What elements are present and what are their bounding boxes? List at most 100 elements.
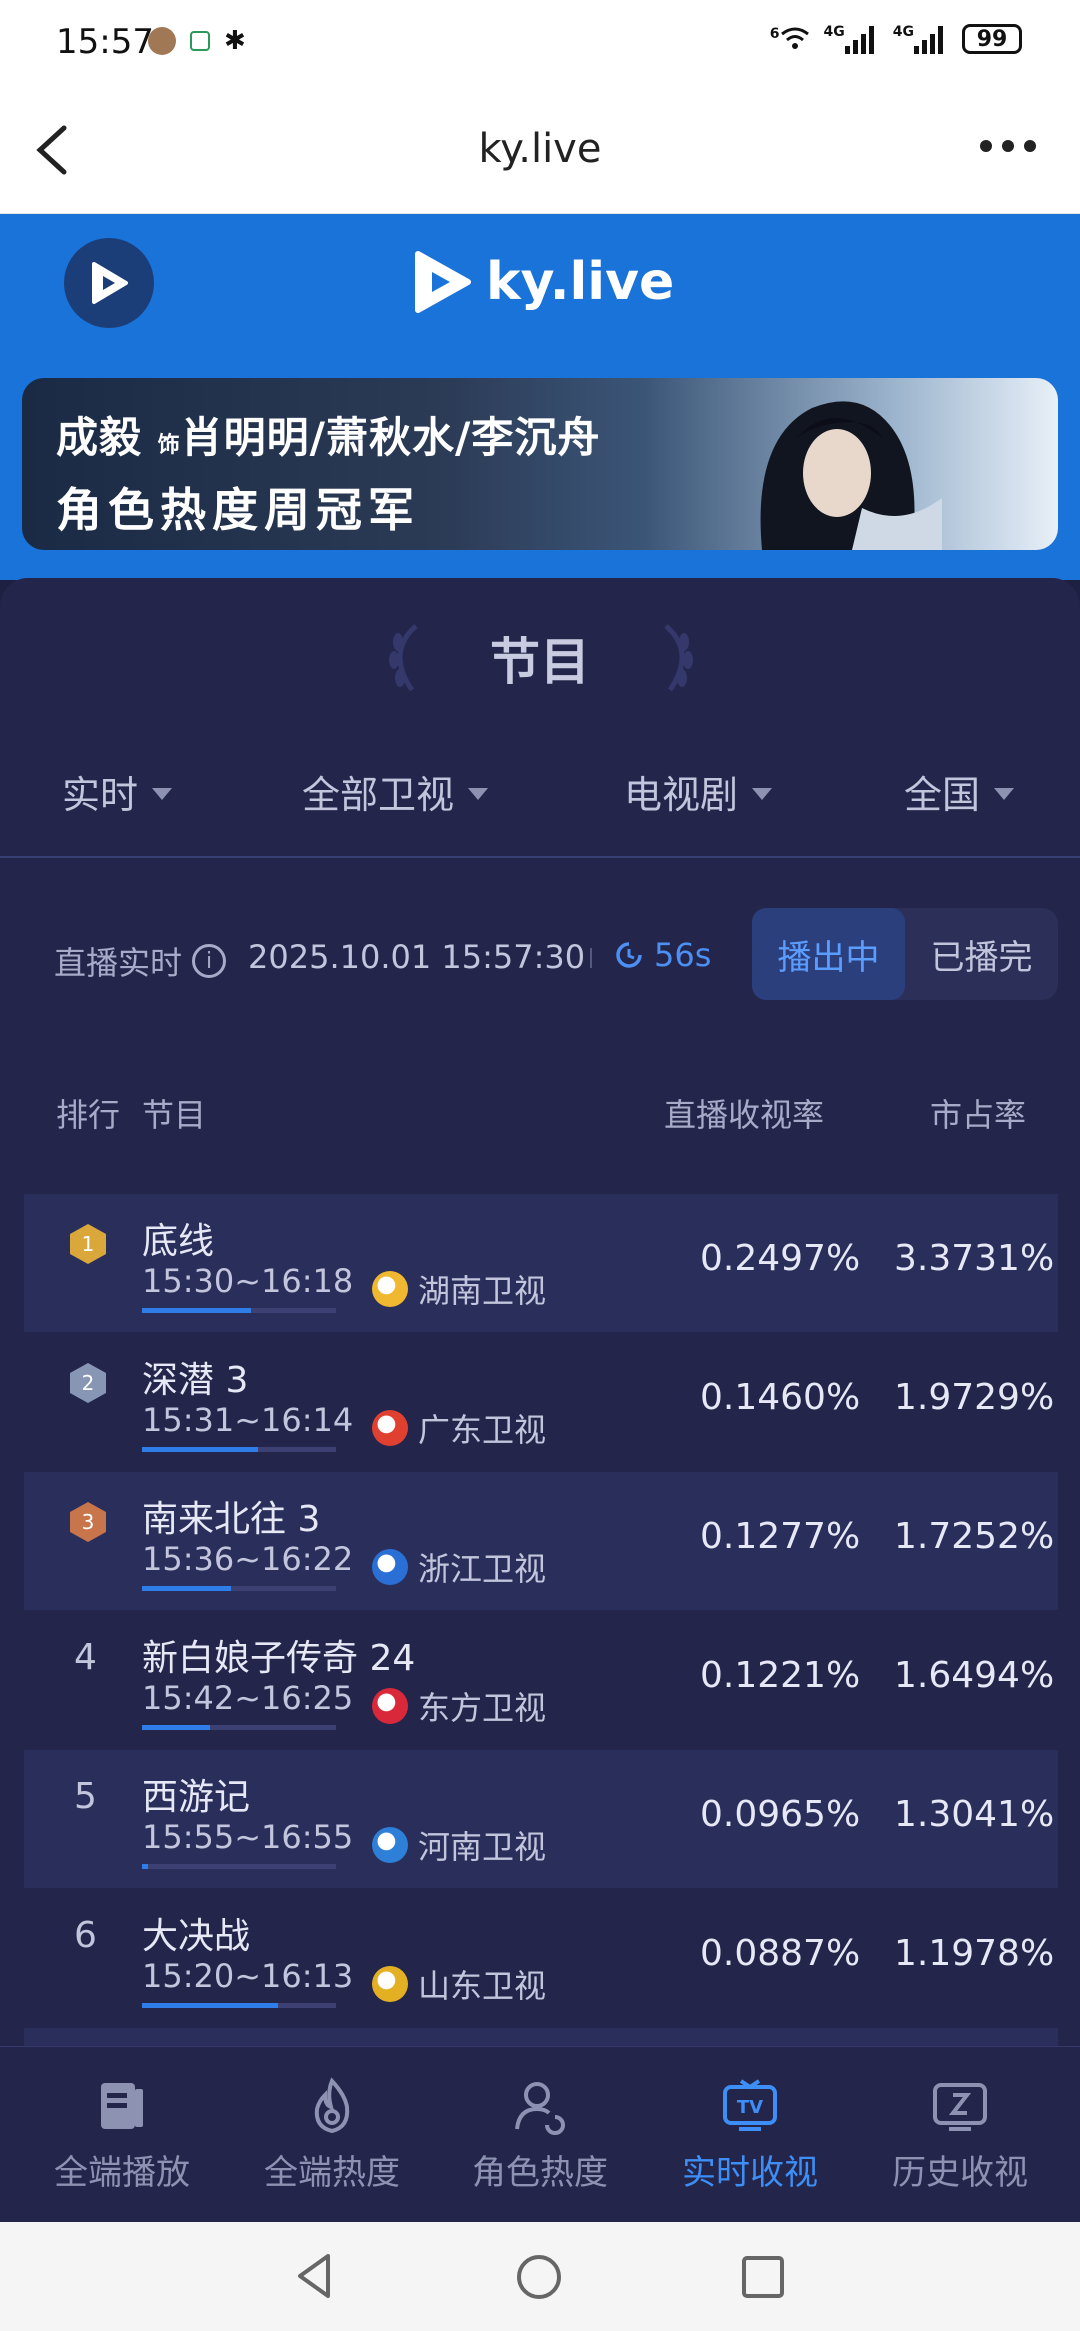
refresh-countdown[interactable]: 56s [614,936,711,974]
svg-text:1: 1 [82,1232,95,1256]
channel-logo-icon [372,1271,408,1307]
program-time: 15:55~16:55 [142,1818,354,1856]
program-time: 15:31~16:14 [142,1401,354,1439]
svg-text:TV: TV [737,2097,763,2118]
live-timestamp: 2025.10.01 15:57:30 [248,938,586,976]
recents-square-icon[interactable] [740,2254,786,2300]
separator [590,948,592,968]
table-row[interactable]: 1 底线 15:30~16:18 湖南卫视 0.2497% 3.3731% [24,1194,1058,1332]
channel-logo-icon [372,1688,408,1724]
tab-realtime[interactable]: TV 实时收视 [642,2047,858,2223]
rank-badge-icon: 3 [70,1502,106,1542]
tab-all-play[interactable]: 全端播放 [14,2047,230,2223]
program-name: 大决战 [142,1916,251,1957]
channel: 湖南卫视 [372,1266,546,1312]
tab-role-heat[interactable]: 角色热度 [432,2047,648,2223]
share-value: 1.6494% [894,1655,1055,1696]
promo-banner[interactable]: 成毅 饰肖明明/萧秋水/李沉舟 角色热度周冠军 [22,378,1058,550]
system-nav-bar [0,2222,1080,2331]
progress-fill [142,1725,210,1730]
program-progress [142,1586,336,1591]
filter-time[interactable]: 实时 [62,764,173,819]
rank-badge-icon: 2 [70,1363,106,1403]
program-progress [142,1725,336,1730]
col-program: 节目 [142,1096,207,1134]
ratings-panel: 节目 实时 全部卫视 电视剧 全国 直播实时 i 2025.10.01 15:5… [0,578,1080,2148]
signal-icon: 4G [824,24,879,54]
filter-region[interactable]: 全国 [904,764,1015,819]
live-status-row: 直播实时 i 2025.10.01 15:57:30 56s 播出中 已播完 [0,908,1080,1008]
filter-channel[interactable]: 全部卫视 [302,764,489,819]
col-rank: 排行 [56,1096,121,1134]
flame-icon [314,2077,350,2134]
brand-logo: ky.live [412,250,674,314]
toggle-on-air[interactable]: 播出中 [752,908,905,1000]
tv-icon: TV [723,2079,777,2131]
history-tv-icon [933,2083,987,2131]
home-icon [190,31,210,51]
program-time: 15:20~16:13 [142,1957,354,1995]
rank-number: 6 [74,1915,97,1956]
battery-icon: 99 [962,24,1022,54]
program-progress [142,1308,336,1313]
site-header: ky.live [0,214,1080,370]
app-logo-icon[interactable] [64,238,154,328]
status-bar: 15:57 ✱ 6 4G 4G 99 [0,0,1080,86]
filter-bar: 实时 全部卫视 电视剧 全国 [0,764,1080,854]
channel: 广东卫视 [372,1405,546,1451]
book-icon [101,2083,143,2129]
table-row[interactable]: 6 大决战 15:20~16:13 山东卫视 0.0887% 1.1978% [24,1889,1058,2027]
person-icon [515,2082,565,2135]
divider [0,856,1080,858]
program-time: 15:42~16:25 [142,1679,354,1717]
program-time: 15:36~16:22 [142,1540,354,1578]
channel-name: 湖南卫视 [418,1272,547,1310]
table-row[interactable]: 3 南来北往 3 15:36~16:22 浙江卫视 0.1277% 1.7252% [24,1472,1058,1610]
channel-logo-icon [372,1549,408,1585]
tab-all-heat[interactable]: 全端热度 [224,2047,440,2223]
channel-logo-icon [372,1966,408,2002]
table-row[interactable]: 4 新白娘子传奇 24 15:42~16:25 东方卫视 0.1221% 1.64… [24,1611,1058,1749]
program-name: 新白娘子传奇 24 [142,1638,416,1679]
home-circle-icon[interactable] [514,2252,564,2302]
back-triangle-icon[interactable] [294,2252,334,2300]
channel: 东方卫视 [372,1683,546,1729]
table-row[interactable]: 5 西游记 15:55~16:55 河南卫视 0.0965% 1.3041% [24,1750,1058,1888]
toggle-aired[interactable]: 已播完 [905,908,1058,1000]
progress-fill [142,1308,251,1313]
col-rating[interactable]: 直播收视率 [664,1090,824,1136]
program-name: 深潜 3 [142,1360,249,1401]
share-value: 1.3041% [894,1794,1055,1835]
channel-logo-icon [372,1410,408,1446]
share-value: 1.1978% [894,1933,1055,1974]
refresh-clock-icon [616,942,642,968]
program-progress [142,1447,336,1452]
rank-number: 4 [74,1637,97,1678]
status-time: 15:57 [56,22,154,62]
table-row[interactable]: 2 深潜 3 15:31~16:14 广东卫视 0.1460% 1.9729% [24,1333,1058,1471]
svg-text:3: 3 [82,1510,95,1534]
wifi-icon: 6 [770,26,810,52]
col-share[interactable]: 市占率 [930,1090,1026,1136]
tab-history[interactable]: 历史收视 [852,2047,1068,2223]
program-name: 南来北往 3 [142,1499,321,1540]
bottom-tab-bar: 全端播放 全端热度 角色热度 TV 实时收视 历史收视 [0,2046,1080,2222]
filter-genre[interactable]: 电视剧 [624,764,773,819]
rank-number: 5 [74,1776,97,1817]
program-name: 西游记 [142,1777,251,1818]
share-value: 3.3731% [894,1238,1055,1279]
info-icon[interactable]: i [192,944,227,978]
caret-down-icon [152,787,173,800]
channel-name: 河南卫视 [418,1828,547,1866]
progress-fill [142,1586,232,1591]
caret-down-icon [994,787,1015,800]
program-name: 底线 [142,1221,215,1262]
rating-value: 0.0965% [700,1794,861,1835]
channel: 河南卫视 [372,1822,546,1868]
rating-value: 0.1460% [700,1377,861,1418]
page-url: ky.live [478,126,602,172]
more-icon[interactable] [980,140,1036,152]
rank-badge-icon: 1 [70,1224,106,1264]
banner-title: 成毅 饰肖明明/萧秋水/李沉舟 [56,413,601,462]
caret-down-icon [468,787,489,800]
